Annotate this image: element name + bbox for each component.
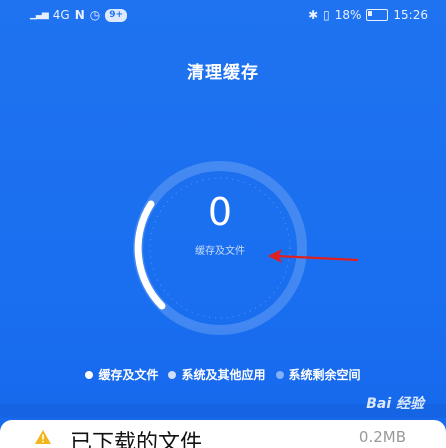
downloaded-files-card[interactable]: 已下载的文件 0.2MB (0, 420, 446, 448)
legend-label-cache: 缓存及文件 (98, 368, 159, 382)
vibrate-icon: ▯ (323, 8, 330, 22)
battery-percent: 18% (334, 8, 362, 22)
legend-label-system: 系统及其他应用 (181, 368, 266, 382)
signal-icon: ▁▃▅ (30, 10, 49, 20)
notification-n-icon: N (74, 8, 85, 22)
annotation-arrow-icon (268, 249, 359, 263)
legend-item-system: 系统及其他应用 (168, 366, 266, 383)
legend-dot-system (168, 370, 177, 379)
legend-dot-free (275, 370, 284, 379)
watermark-logo: Bai 经验 (366, 396, 424, 412)
card-title: 已下载的文件 (70, 431, 203, 448)
status-left: ▁▃▅ 4G N ◷ 9+ (30, 8, 128, 22)
storage-legend: 缓存及文件 系统及其他应用 系统剩余空间 (0, 366, 446, 383)
legend-label-free: 系统剩余空间 (288, 368, 361, 382)
status-bar: ▁▃▅ 4G N ◷ 9+ ✱ ▯ 18% 15:26 (0, 0, 446, 30)
network-type: 4G (52, 8, 70, 22)
legend-item-free: 系统剩余空间 (275, 366, 361, 383)
legend-item-cache: 缓存及文件 (85, 366, 158, 383)
battery-icon (366, 9, 389, 21)
bluetooth-icon: ✱ (308, 8, 319, 22)
status-right: ✱ ▯ 18% 15:26 (308, 8, 428, 22)
warning-icon (35, 430, 51, 444)
clock: 15:26 (393, 8, 428, 22)
page-title: 清理缓存 (187, 63, 259, 83)
clean-cache-screen: ▁▃▅ 4G N ◷ 9+ ✱ ▯ 18% 15:26 清理缓存 0 缓存及文件… (0, 0, 446, 448)
cache-size-value: 0 (207, 190, 233, 234)
notification-badge: 9+ (105, 8, 128, 22)
legend-dot-cache (85, 370, 94, 379)
card-size: 0.2MB (358, 428, 406, 446)
alarm-icon: ◷ (89, 8, 101, 22)
